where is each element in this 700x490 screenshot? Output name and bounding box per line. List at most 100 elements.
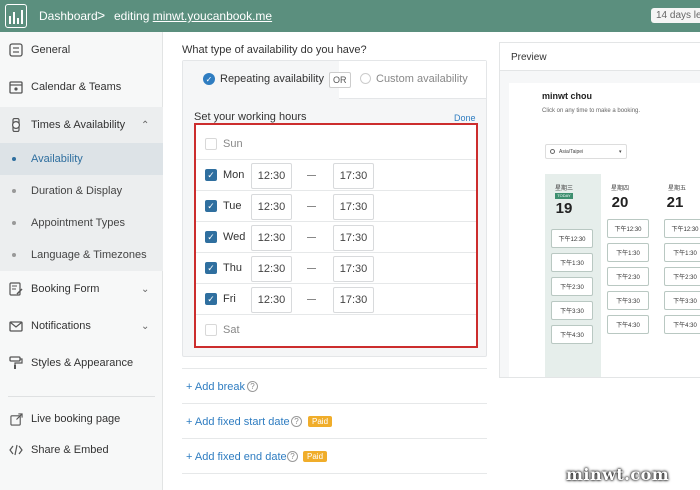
day-label: Wed [223, 231, 246, 243]
sidebar: General Calendar & Teams Times & Availab… [0, 32, 163, 490]
preview-owner-name: minwt chou [542, 91, 592, 101]
day-checkbox[interactable] [205, 324, 217, 336]
range-dash [307, 268, 316, 269]
timezone-select[interactable]: Asia/Taipei ▾ [545, 144, 627, 159]
sidebar-subitem-language-timezones[interactable]: Language & Timezones [0, 239, 163, 271]
time-slot-button[interactable]: 下午12:30 [551, 229, 593, 248]
add-fixed-end-link[interactable]: + Add fixed end date [186, 451, 287, 463]
day-label: Sat [223, 324, 240, 336]
preview-panel: Preview minwt chou Click on any time to … [499, 42, 700, 378]
end-time-input[interactable]: 17:30 [333, 256, 374, 282]
time-slot-button[interactable]: 下午4:30 [607, 315, 649, 334]
sidebar-subitem-label: Availability [31, 153, 83, 165]
watch-icon [8, 117, 24, 133]
row-divider [182, 473, 487, 474]
sidebar-item-general[interactable]: General [0, 32, 163, 68]
sidebar-divider [8, 396, 155, 397]
day-checkbox[interactable]: ✓ [205, 293, 217, 305]
add-fixed-end-row: + Add fixed end date ? Paid [182, 438, 487, 473]
end-time-input[interactable]: 17:30 [333, 163, 374, 189]
day-row-tue: ✓ Tue 12:30 17:30 [196, 191, 476, 222]
radio-unselected-icon[interactable] [360, 73, 371, 84]
day-checkbox[interactable]: ✓ [205, 231, 217, 243]
time-slot-button[interactable]: 下午2:30 [607, 267, 649, 286]
time-slot-button[interactable]: 下午1:30 [664, 243, 700, 262]
or-divider: OR [329, 72, 351, 88]
sidebar-item-notifications[interactable]: Notifications ⌄ [0, 308, 163, 344]
start-time-input[interactable]: 12:30 [251, 287, 292, 313]
app-logo-icon[interactable] [5, 4, 27, 28]
editing-prefix: editing [114, 9, 153, 23]
time-slot-button[interactable]: 下午4:30 [551, 325, 593, 344]
time-slot-button[interactable]: 下午2:30 [664, 267, 700, 286]
start-time-input[interactable]: 12:30 [251, 225, 292, 251]
time-slot-button[interactable]: 下午12:30 [607, 219, 649, 238]
day-checkbox[interactable]: ✓ [205, 169, 217, 181]
add-break-row: + Add break ? [182, 368, 487, 403]
bullet-icon [12, 221, 16, 225]
chevron-down-icon: ▾ [619, 149, 622, 155]
end-time-input[interactable]: 17:30 [333, 287, 374, 313]
breadcrumb-dashboard[interactable]: Dashboard [39, 9, 98, 23]
start-time-input[interactable]: 12:30 [251, 256, 292, 282]
sidebar-item-booking-form[interactable]: Booking Form ⌄ [0, 271, 163, 307]
time-slot-button[interactable]: 下午2:30 [551, 277, 593, 296]
sidebar-item-share-embed[interactable]: Share & Embed [0, 432, 163, 468]
weekday-label: 星期五 [667, 186, 686, 192]
breadcrumb-separator-icon: > [97, 7, 106, 23]
radio-selected-icon[interactable]: ✓ [203, 73, 215, 85]
add-fixed-start-row: + Add fixed start date ? Paid [182, 403, 487, 438]
sidebar-subitem-duration-display[interactable]: Duration & Display [0, 175, 163, 207]
sidebar-item-times-availability[interactable]: Times & Availability ⌃ [0, 107, 163, 143]
globe-icon [550, 149, 555, 154]
paid-badge: Paid [308, 416, 333, 427]
day-label: Fri [223, 293, 236, 305]
time-slot-button[interactable]: 下午1:30 [607, 243, 649, 262]
time-slot-button[interactable]: 下午12:30 [664, 219, 700, 238]
time-slot-button[interactable]: 下午3:30 [607, 291, 649, 310]
sidebar-item-label: Calendar & Teams [31, 81, 122, 93]
sidebar-item-calendar-teams[interactable]: Calendar & Teams [0, 69, 163, 105]
day-checkbox[interactable]: ✓ [205, 262, 217, 274]
sidebar-item-styles-appearance[interactable]: Styles & Appearance [0, 345, 163, 381]
envelope-icon [8, 318, 24, 334]
day-label: Mon [223, 169, 245, 181]
help-icon[interactable]: ? [291, 416, 302, 427]
time-slot-button[interactable]: 下午3:30 [551, 301, 593, 320]
start-time-input[interactable]: 12:30 [251, 163, 292, 189]
time-slot-button[interactable]: 下午4:30 [664, 315, 700, 334]
top-bar: Dashboard > editing minwt.youcanbook.me … [0, 0, 700, 32]
end-time-input[interactable]: 17:30 [333, 225, 374, 251]
sidebar-item-label: Times & Availability [31, 119, 126, 131]
site-link[interactable]: minwt.youcanbook.me [153, 9, 272, 23]
help-icon[interactable]: ? [247, 381, 258, 392]
sidebar-item-label: Styles & Appearance [31, 357, 134, 369]
time-slot-button[interactable]: 下午1:30 [551, 253, 593, 272]
add-break-link[interactable]: + Add break [186, 381, 245, 393]
time-slot-button[interactable]: 下午3:30 [664, 291, 700, 310]
bullet-icon [12, 157, 16, 161]
start-time-input[interactable]: 12:30 [251, 194, 292, 220]
help-icon[interactable]: ? [287, 451, 298, 462]
add-fixed-start-link[interactable]: + Add fixed start date [186, 416, 290, 428]
sidebar-subitem-label: Appointment Types [31, 217, 125, 229]
day-row-fri: ✓ Fri 12:30 17:30 [196, 284, 476, 315]
tab-repeating-label[interactable]: Repeating availability [220, 73, 324, 85]
day-label: Tue [223, 200, 242, 212]
sidebar-subitem-appointment-types[interactable]: Appointment Types [0, 207, 163, 239]
watermark: minwt.com [566, 465, 670, 484]
day-checkbox[interactable]: ✓ [205, 200, 217, 212]
weekday-label: 星期四 [610, 186, 629, 192]
external-link-icon [8, 411, 24, 427]
date-number: 20 [611, 194, 629, 211]
sidebar-subitem-label: Duration & Display [31, 185, 123, 197]
day-checkbox[interactable] [205, 138, 217, 150]
done-link[interactable]: Done [454, 113, 476, 123]
tab-custom-label[interactable]: Custom availability [376, 73, 468, 85]
day-label: Thu [223, 262, 242, 274]
sidebar-subitem-availability[interactable]: Availability [0, 143, 163, 175]
availability-question: What type of availability do you have? [182, 44, 367, 56]
trial-badge[interactable]: 14 days left [651, 8, 700, 23]
paint-roller-icon [8, 355, 24, 371]
end-time-input[interactable]: 17:30 [333, 194, 374, 220]
